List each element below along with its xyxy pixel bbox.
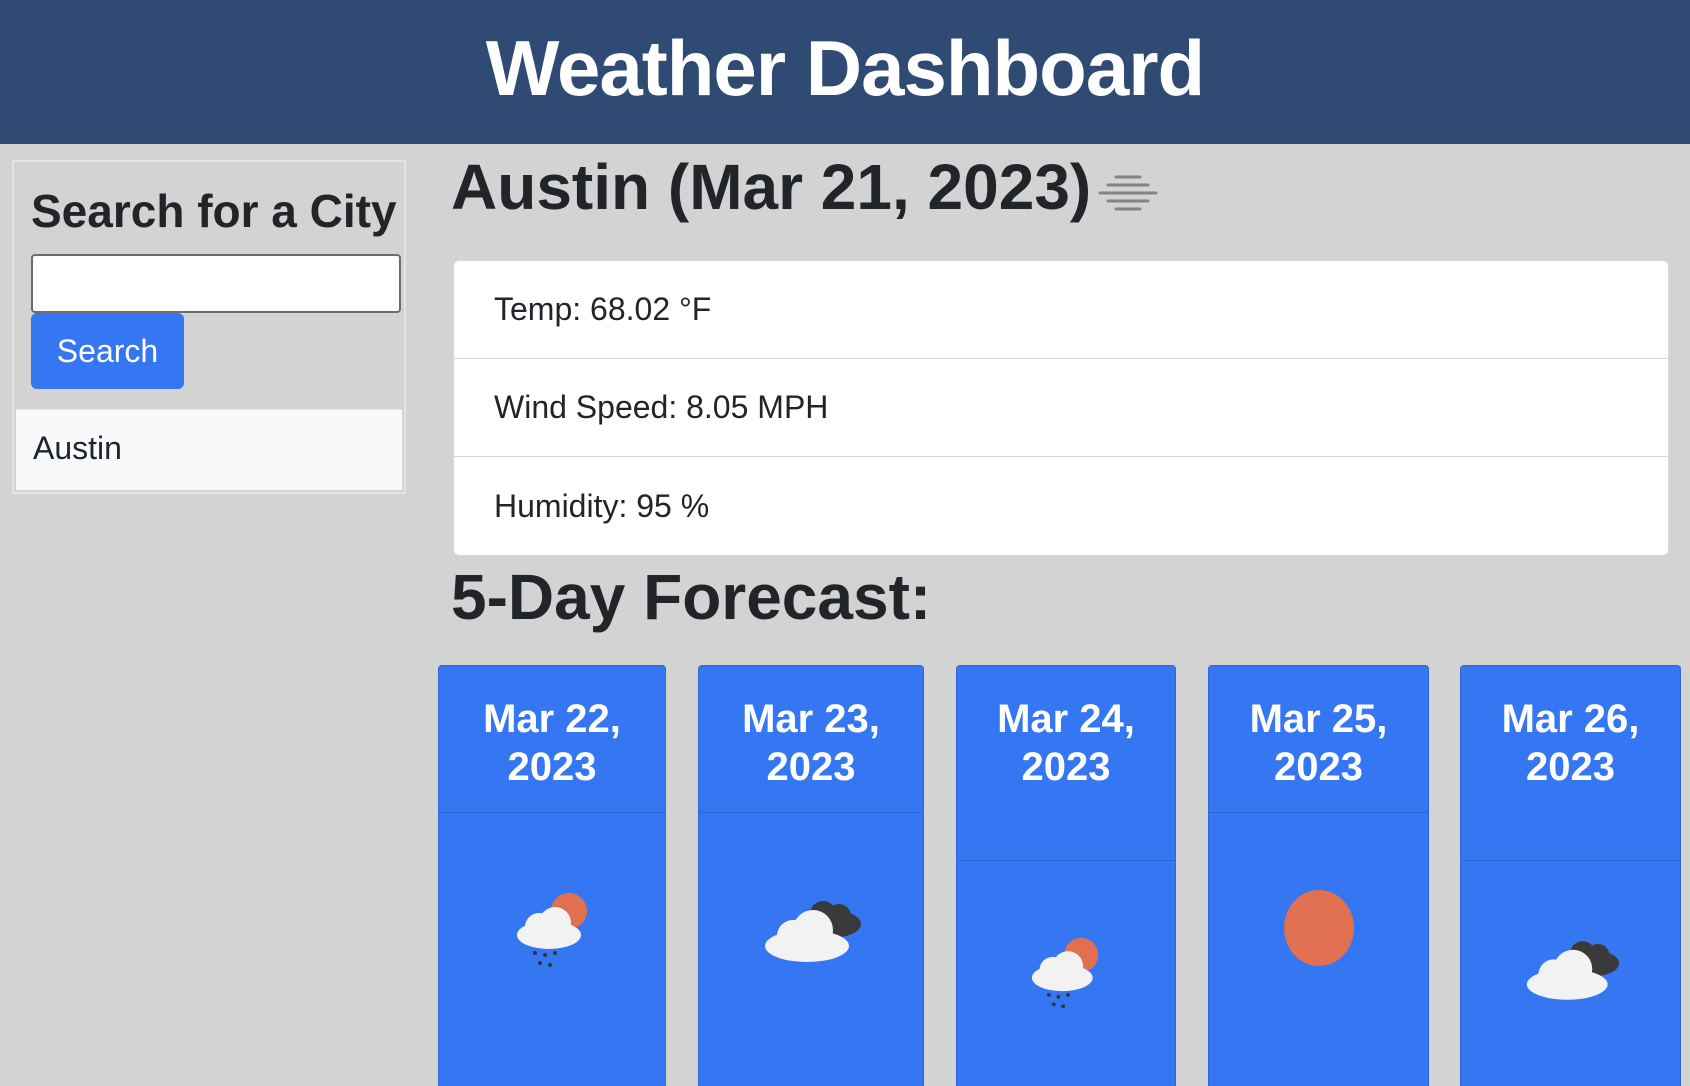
forecast-card-1: Mar 22, 2023	[438, 665, 666, 1086]
forecast-date: Mar 25, 2023	[1209, 666, 1428, 813]
broken-clouds-icon	[765, 901, 861, 962]
humidity-row: Humidity: 95 %	[454, 457, 1668, 555]
forecast-date: Mar 23, 2023	[699, 666, 923, 813]
wind-value: Wind Speed: 8.05 MPH	[494, 389, 829, 425]
search-button[interactable]: Search	[31, 313, 184, 389]
humidity-value: Humidity: 95 %	[494, 487, 710, 524]
temp-value: Temp: 68.02 °F	[494, 291, 712, 327]
rain-sun-icon	[1031, 937, 1099, 1009]
forecast-card-5: Mar 26, 2023	[1460, 665, 1681, 1086]
page-title: Weather Dashboard	[485, 23, 1205, 112]
history-item-austin[interactable]: Austin	[33, 430, 122, 467]
forecast-date: Mar 22, 2023	[439, 666, 665, 813]
search-history-list: Austin	[16, 409, 402, 490]
search-heading: Search for a City	[31, 185, 397, 237]
app-header: Weather Dashboard	[0, 0, 1690, 144]
forecast-date: Mar 24, 2023	[957, 666, 1175, 861]
mist-icon	[1098, 175, 1158, 211]
broken-clouds-icon	[1526, 941, 1620, 1000]
forecast-card-4: Mar 25, 2023	[1208, 665, 1429, 1086]
forecast-date: Mar 26, 2023	[1461, 666, 1680, 861]
sun-icon	[1284, 890, 1354, 966]
temp-row: Temp: 68.02 °F	[454, 261, 1668, 359]
forecast-card-2: Mar 23, 2023	[698, 665, 924, 1086]
rain-sun-icon	[517, 893, 587, 967]
forecast-title: 5-Day Forecast:	[451, 561, 932, 633]
forecast-card-3: Mar 24, 2023	[956, 665, 1176, 1086]
city-search-input[interactable]	[31, 254, 401, 313]
current-weather-stats: Temp: 68.02 °F Wind Speed: 8.05 MPH Humi…	[453, 260, 1669, 556]
search-panel: Search for a City Search Austin	[12, 160, 406, 494]
wind-row: Wind Speed: 8.05 MPH	[454, 359, 1668, 457]
current-city-title: Austin (Mar 21, 2023)	[451, 151, 1092, 223]
